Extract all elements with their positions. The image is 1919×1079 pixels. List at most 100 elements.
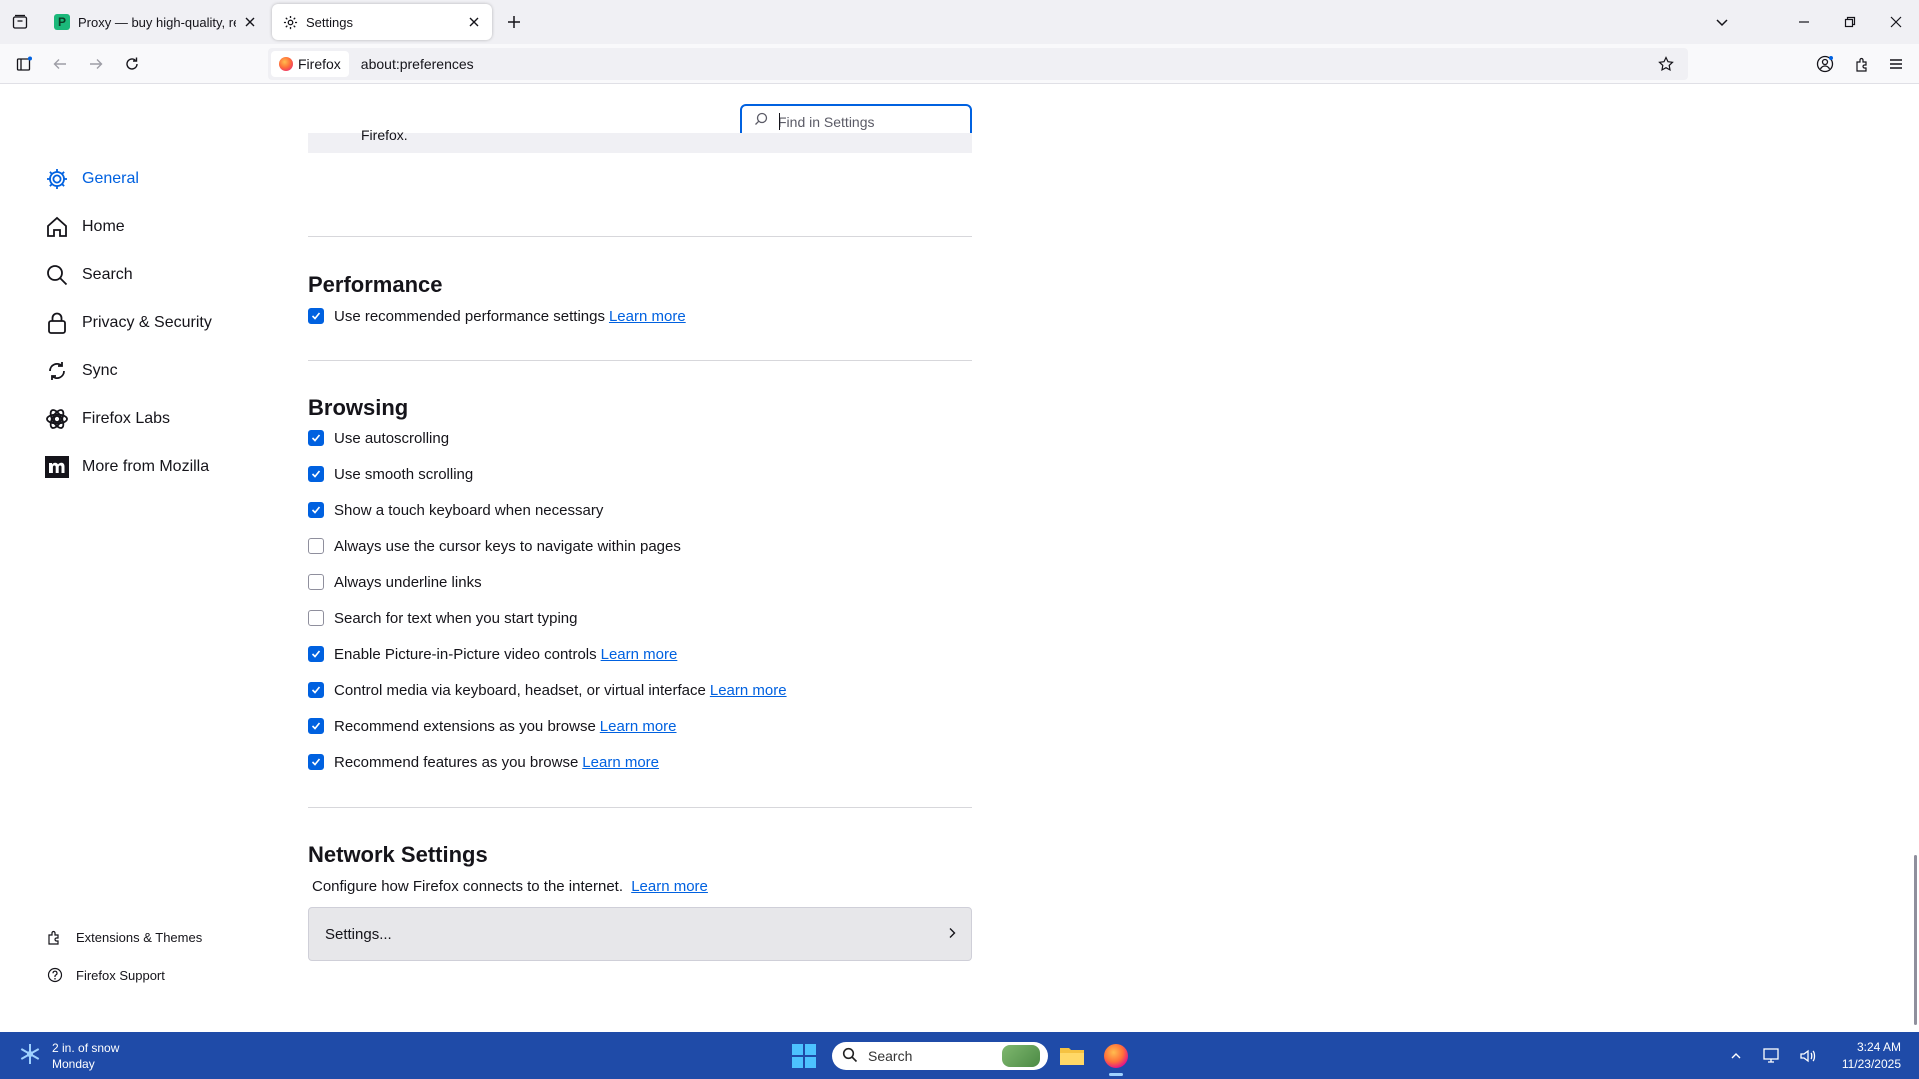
firefox-support-link[interactable]: Firefox Support [46,965,165,985]
option-picture-in-picture[interactable]: Enable Picture-in-Picture video controls… [308,643,677,665]
option-search-typing[interactable]: Search for text when you start typing [308,607,577,629]
taskbar-search-box[interactable]: Search [832,1042,1048,1070]
home-icon [44,214,70,240]
windows-start-icon[interactable] [792,1044,816,1068]
checkbox-unchecked[interactable] [308,610,324,626]
chevron-up-icon[interactable] [1724,1044,1748,1068]
checkbox-unchecked[interactable] [308,574,324,590]
footer-link-label: Firefox Support [76,967,165,983]
option-recommend-features[interactable]: Recommend features as you browse Learn m… [308,751,659,773]
option-recommended-performance[interactable]: Use recommended performance settings Lea… [308,305,686,327]
proxy-favicon-icon: P [54,14,70,30]
text-caret [779,113,780,130]
close-window-icon[interactable] [1873,0,1919,44]
file-explorer-icon[interactable] [1056,1040,1088,1072]
checkbox-checked[interactable] [308,308,324,324]
identity-label: Firefox [298,56,341,72]
navigation-toolbar: Firefox about:preferences [0,44,1919,84]
minimize-icon[interactable] [1781,0,1827,44]
option-underline-links[interactable]: Always underline links [308,571,482,593]
gear-icon [44,166,70,192]
checkbox-checked[interactable] [308,466,324,482]
back-icon[interactable] [48,52,72,76]
option-recommend-extensions[interactable]: Recommend extensions as you browse Learn… [308,715,677,737]
clock[interactable]: 3:24 AM 11/23/2025 [1842,1039,1901,1073]
close-icon[interactable] [466,14,482,30]
volume-icon[interactable] [1796,1044,1820,1068]
sidebar-item-general[interactable]: General [44,165,139,193]
mozilla-icon [44,454,70,480]
sidebar-item-label: General [82,170,139,187]
option-label: Use smooth scrolling [334,465,474,483]
footer-link-label: Extensions & Themes [76,929,203,945]
checkbox-checked[interactable] [308,646,324,662]
sidebar-item-more-from-mozilla[interactable]: More from Mozilla [44,453,209,481]
extensions-icon[interactable] [1850,52,1874,76]
tab-settings[interactable]: Settings [272,4,492,40]
search-icon [754,112,768,131]
option-label: Show a touch keyboard when necessary [334,501,604,519]
help-icon [46,966,64,984]
weather-day: Monday [52,1057,95,1071]
snowflake-icon [18,1042,42,1071]
learn-more-link[interactable]: Learn more [600,718,677,735]
settings-page: General Home Search Privacy & Security S… [0,85,1919,1032]
tab-proxy[interactable]: P Proxy — buy high-quality, reliab [44,4,268,40]
firefox-view-icon[interactable] [8,10,32,34]
option-label: Use autoscrolling [334,429,450,447]
option-smooth-scrolling[interactable]: Use smooth scrolling [308,463,473,485]
checkbox-unchecked[interactable] [308,538,324,554]
sidebar-item-search[interactable]: Search [44,261,133,289]
reload-icon[interactable] [120,52,144,76]
extensions-themes-link[interactable]: Extensions & Themes [46,927,202,947]
learn-more-link[interactable]: Learn more [601,646,678,663]
sidebar-item-home[interactable]: Home [44,213,125,241]
option-label: Use recommended performance settings [334,307,605,325]
checkbox-checked[interactable] [308,502,324,518]
settings-search-input[interactable] [778,113,958,130]
sidebar-item-firefox-labs[interactable]: Firefox Labs [44,405,170,433]
option-cursor-keys[interactable]: Always use the cursor keys to navigate w… [308,535,681,557]
option-label: Search for text when you start typing [334,609,578,627]
option-touch-keyboard[interactable]: Show a touch keyboard when necessary [308,499,603,521]
sync-icon [44,358,70,384]
checkbox-checked[interactable] [308,718,324,734]
menu-icon[interactable] [1884,52,1908,76]
bookmark-star-icon[interactable] [1654,52,1678,76]
browsing-heading: Browsing [308,395,409,420]
search-icon [842,1047,858,1066]
firefox-taskbar-icon[interactable] [1100,1040,1132,1076]
weather-widget[interactable]: 2 in. of snow Monday [18,1040,119,1072]
learn-more-link[interactable]: Learn more [710,682,787,699]
truncated-text: Firefox. [361,127,408,143]
checkbox-checked[interactable] [308,430,324,446]
url-bar[interactable]: Firefox about:preferences [268,48,1688,80]
network-description: Configure how Firefox connects to the in… [312,878,708,895]
learn-more-link[interactable]: Learn more [609,308,686,325]
url-text[interactable]: about:preferences [361,56,474,72]
network-icon[interactable] [1760,1044,1784,1068]
sidebar-item-privacy[interactable]: Privacy & Security [44,309,212,337]
restore-icon[interactable] [1827,0,1873,44]
forward-icon[interactable] [84,52,108,76]
list-all-tabs-icon[interactable] [1710,10,1734,34]
sidebar-item-sync[interactable]: Sync [44,357,118,385]
sidebar-item-label: Sync [82,362,118,379]
checkbox-checked[interactable] [308,754,324,770]
labs-icon [44,406,70,432]
identity-box[interactable]: Firefox [271,51,349,77]
option-media-control[interactable]: Control media via keyboard, headset, or … [308,679,787,701]
scrollbar-thumb[interactable] [1914,855,1917,1025]
checkbox-checked[interactable] [308,682,324,698]
option-label: Always use the cursor keys to navigate w… [334,537,681,555]
clock-time: 3:24 AM [1856,1039,1901,1054]
account-icon[interactable] [1813,52,1837,76]
option-autoscrolling[interactable]: Use autoscrolling [308,427,449,449]
close-icon[interactable] [242,14,258,30]
network-settings-button[interactable]: Settings... [308,907,972,961]
learn-more-link[interactable]: Learn more [582,754,659,771]
new-tab-button[interactable] [502,10,526,34]
learn-more-link[interactable]: Learn more [631,878,708,895]
sidebar-item-label: Privacy & Security [82,314,212,331]
sidebar-toggle-icon[interactable] [12,52,36,76]
